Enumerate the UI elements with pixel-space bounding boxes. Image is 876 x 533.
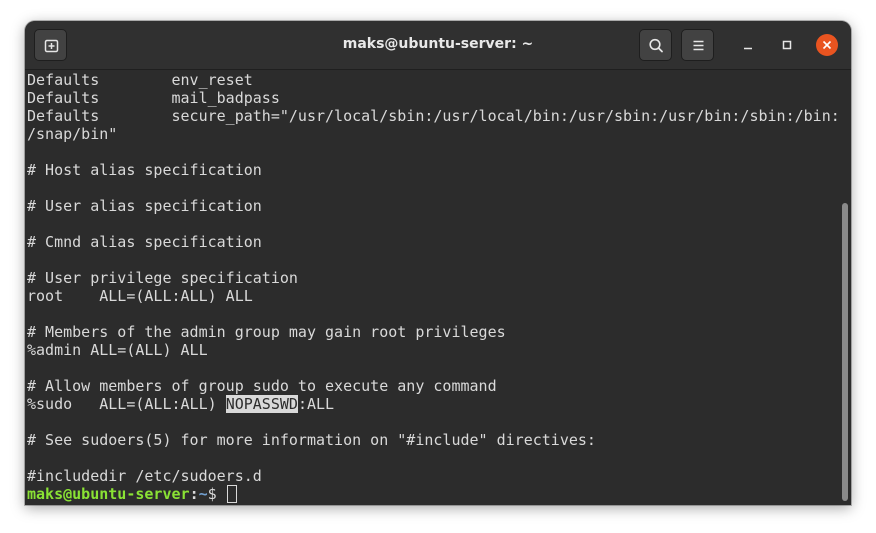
text-cursor xyxy=(226,485,237,503)
minimize-button[interactable] xyxy=(737,34,759,56)
terminal-output[interactable]: Defaults env_reset Defaults mail_badpass… xyxy=(25,70,839,505)
search-icon xyxy=(649,38,663,53)
vertical-scrollbar[interactable] xyxy=(840,71,851,505)
terminal-line: /snap/bin" xyxy=(27,125,118,143)
window-title: maks@ubuntu-server: ~ xyxy=(342,36,534,52)
sudo-rule-line: %sudo ALL=(ALL:ALL) NOPASSWD:ALL xyxy=(27,395,839,413)
sudo-rule-suffix: :ALL xyxy=(297,395,335,413)
terminal-line: # Host alias specification xyxy=(27,161,262,179)
selected-text[interactable]: NOPASSWD xyxy=(225,395,298,413)
prompt-path: ~ xyxy=(198,485,208,503)
hamburger-menu-icon xyxy=(693,40,704,51)
title-bar[interactable]: maks@ubuntu-server: ~ xyxy=(25,21,851,70)
search-button[interactable] xyxy=(639,29,672,61)
maximize-button[interactable] xyxy=(776,34,798,56)
terminal-line: Defaults env_reset xyxy=(27,71,253,89)
terminal-line: # See sudoers(5) for more information on… xyxy=(27,431,596,449)
prompt-user-host: maks@ubuntu-server xyxy=(27,485,190,503)
close-button[interactable] xyxy=(816,34,838,56)
terminal-line: Defaults secure_path="/usr/local/sbin:/u… xyxy=(27,107,839,125)
terminal-line: # User alias specification xyxy=(27,197,262,215)
terminal-line: # Cmnd alias specification xyxy=(27,233,262,251)
prompt-symbol: $ xyxy=(207,485,226,503)
terminal-line: root ALL=(ALL:ALL) ALL xyxy=(27,287,253,305)
maximize-icon xyxy=(782,40,792,50)
prompt-separator: : xyxy=(189,485,199,503)
menu-button[interactable] xyxy=(681,29,714,61)
minimize-icon xyxy=(744,47,752,50)
terminal-line: %admin ALL=(ALL) ALL xyxy=(27,341,208,359)
terminal-window: maks@ubuntu-server: ~ Defaults env_reset… xyxy=(25,21,851,505)
scrollbar-thumb[interactable] xyxy=(842,203,848,501)
prompt-line[interactable]: maks@ubuntu-server:~$ xyxy=(27,485,839,503)
sudo-rule-prefix: %sudo ALL=(ALL:ALL) xyxy=(27,395,226,413)
terminal-line: Defaults mail_badpass xyxy=(27,89,280,107)
terminal-line: # User privilege specification xyxy=(27,269,298,287)
terminal-line: # Members of the admin group may gain ro… xyxy=(27,323,506,341)
close-icon xyxy=(822,40,832,50)
terminal-line: #includedir /etc/sudoers.d xyxy=(27,467,262,485)
terminal-line: # Allow members of group sudo to execute… xyxy=(27,377,497,395)
